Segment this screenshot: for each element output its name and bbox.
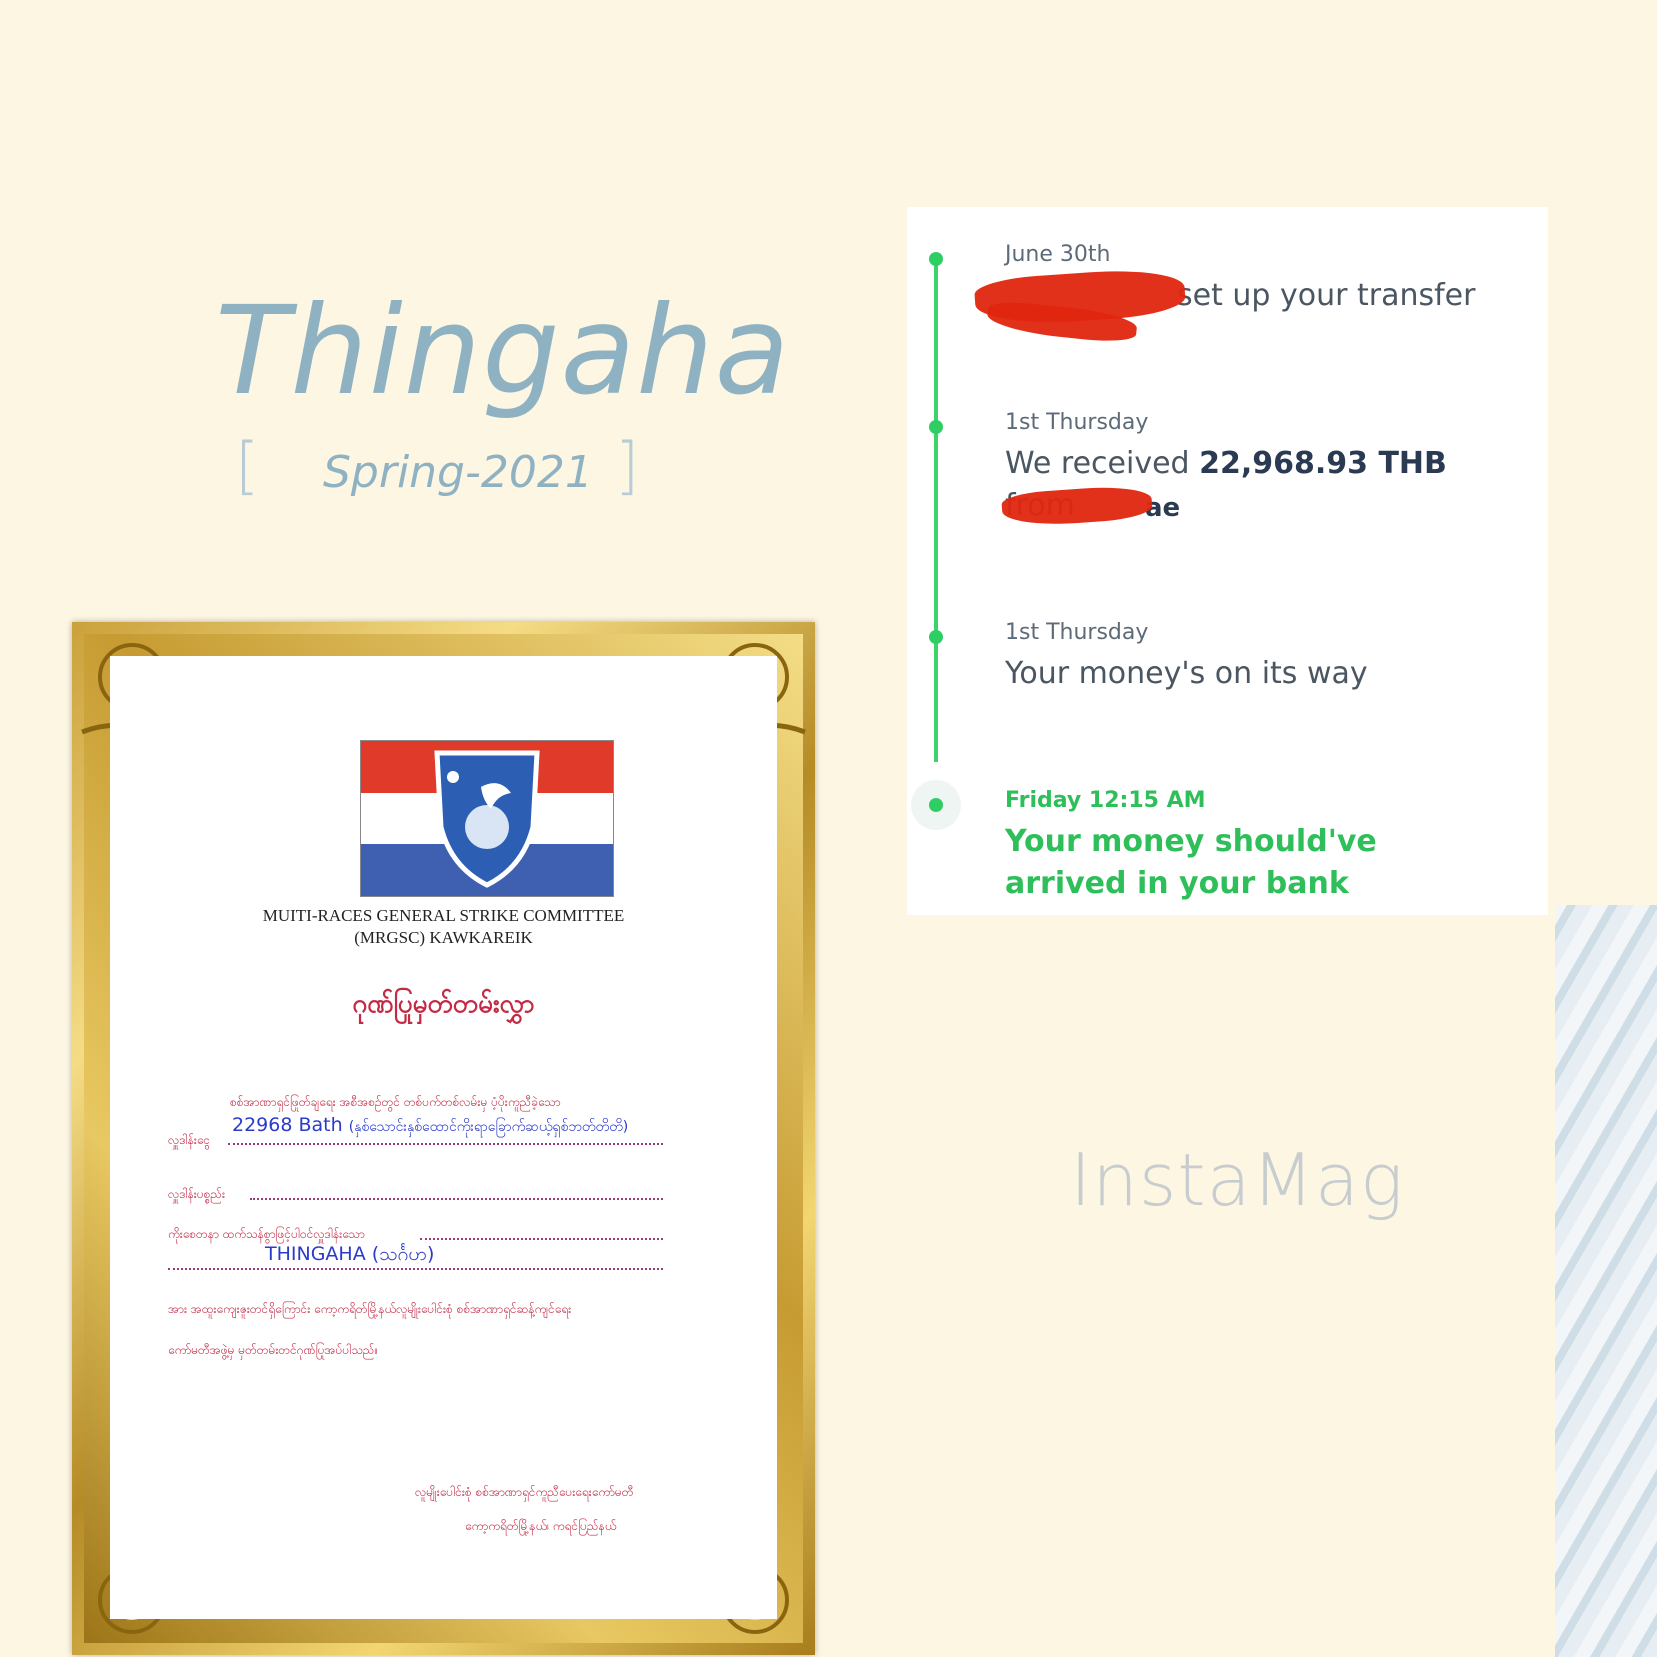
timeline-line bbox=[934, 257, 938, 762]
cert-line-thanks: အား အထူးကျေးဇူးတင်ရှိကြောင်း ကော့ကရိတ်မြ… bbox=[168, 1302, 572, 1316]
step-1-date: June 30th bbox=[1005, 242, 1111, 267]
certificate-frame: MUITI-RACES GENERAL STRIKE COMMITTEE (MR… bbox=[72, 622, 815, 1655]
cert-line-thanks-2: ကော်မတီအဖွဲ့မှ မှတ်တမ်းတင်ဂုဏ်ပြုအပ်ပါသည… bbox=[168, 1343, 379, 1357]
timeline-dot-4 bbox=[929, 798, 943, 812]
step-1-text: set up your transfer bbox=[1177, 278, 1476, 313]
transfer-status-card: June 30th set up your transfer 1st Thurs… bbox=[907, 207, 1548, 915]
timeline-dot-3 bbox=[929, 630, 943, 644]
dotted-line-donor-1 bbox=[420, 1238, 663, 1240]
bracket-right: ] bbox=[615, 429, 640, 502]
dotted-line-item bbox=[250, 1198, 663, 1200]
step-4-date: Friday 12:15 AM bbox=[1005, 788, 1206, 813]
org-name-line1: MUITI-RACES GENERAL STRIKE COMMITTEE bbox=[262, 906, 625, 925]
timeline-dot-2 bbox=[929, 420, 943, 434]
instamag-watermark: InstaMag bbox=[1070, 1138, 1405, 1222]
org-name-line2: (MRGSC) KAWKAREIK bbox=[354, 928, 533, 947]
bracket-left: [ bbox=[235, 429, 260, 502]
transfer-amount: 22,968.93 THB bbox=[1199, 446, 1447, 481]
cert-label-amount: လှူဒါန်းငွေ bbox=[168, 1133, 211, 1147]
cert-signature-1: လူမျိုးပေါင်းစုံ စစ်အာဏာရှင်ကူညီပေးရေးကေ… bbox=[415, 1485, 634, 1499]
step-2-date: 1st Thursday bbox=[1005, 410, 1149, 435]
step-3-text: Your money's on its way bbox=[1005, 656, 1368, 691]
cert-amount-field: 22968 Bath (နှစ်သောင်းနှစ်ထောင်ကိုးရာခြေ… bbox=[232, 1114, 629, 1136]
step-4-text: Your money should've arrived in your ban… bbox=[1005, 824, 1377, 901]
cert-donor-field: THINGAHA (သင်္ဂဟ) bbox=[265, 1243, 435, 1265]
certificate-page: MUITI-RACES GENERAL STRIKE COMMITTEE (MR… bbox=[110, 656, 777, 1619]
shield-emblem-icon bbox=[434, 750, 540, 888]
subtitle-row: [ Spring-2021 ] bbox=[235, 429, 639, 505]
cert-label-item: လှူဒါန်းပစ္စည်း bbox=[168, 1187, 226, 1201]
certificate-title: ဂုဏ်ပြုမှတ်တမ်းလွှာ bbox=[352, 989, 535, 1019]
timeline-dot-1 bbox=[929, 252, 943, 266]
subtitle: Spring-2021 bbox=[323, 447, 593, 498]
cert-signature-2: ကော့ကရိတ်မြို့နယ်၊ ကရင်ပြည်နယ် bbox=[465, 1519, 617, 1533]
step-3-date: 1st Thursday bbox=[1005, 620, 1149, 645]
dotted-line-amount bbox=[228, 1143, 663, 1145]
page-title: Thingaha bbox=[215, 280, 791, 422]
mrgsc-flag bbox=[360, 740, 614, 897]
dotted-line-donor-2 bbox=[168, 1268, 663, 1270]
decorative-stripe-panel bbox=[1555, 905, 1657, 1657]
cert-line-intro: စစ်အာဏာရှင်ဖြုတ်ချရေး အစီအစဉ်တွင် တစ်ပက်… bbox=[230, 1095, 561, 1109]
step-2-sender: ae bbox=[1145, 493, 1181, 523]
